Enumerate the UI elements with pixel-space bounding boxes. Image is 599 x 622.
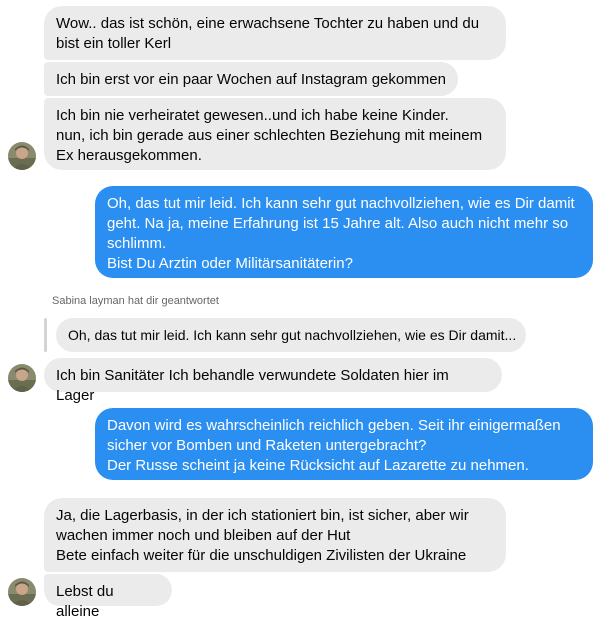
outgoing-message[interactable]: Oh, das tut mir leid. Ich kann sehr gut … <box>95 186 593 278</box>
incoming-message[interactable]: Lebst du alleine <box>44 574 172 620</box>
incoming-message[interactable]: Ich bin nie verheiratet gewesen..und ich… <box>44 98 506 170</box>
incoming-message[interactable]: Ich bin Sanitäter Ich behandle verwundet… <box>44 358 502 404</box>
reply-indicator-bar <box>44 318 47 352</box>
user-avatar-icon <box>8 578 36 606</box>
avatar[interactable] <box>8 364 36 392</box>
reply-label: Sabina layman hat dir geantwortet <box>52 295 219 307</box>
outgoing-message[interactable]: Davon wird es wahrscheinlich reichlich g… <box>95 408 593 480</box>
user-avatar-icon <box>8 142 36 170</box>
incoming-message[interactable]: Ja, die Lagerbasis, in der ich stationie… <box>44 498 506 572</box>
incoming-message[interactable]: Wow.. das ist schön, eine erwachsene Toc… <box>44 6 506 60</box>
avatar[interactable] <box>8 142 36 170</box>
quoted-message[interactable]: Oh, das tut mir leid. Ich kann sehr gut … <box>56 318 526 352</box>
user-avatar-icon <box>8 364 36 392</box>
incoming-message[interactable]: Ich bin erst vor ein paar Wochen auf Ins… <box>44 62 458 96</box>
avatar[interactable] <box>8 578 36 606</box>
